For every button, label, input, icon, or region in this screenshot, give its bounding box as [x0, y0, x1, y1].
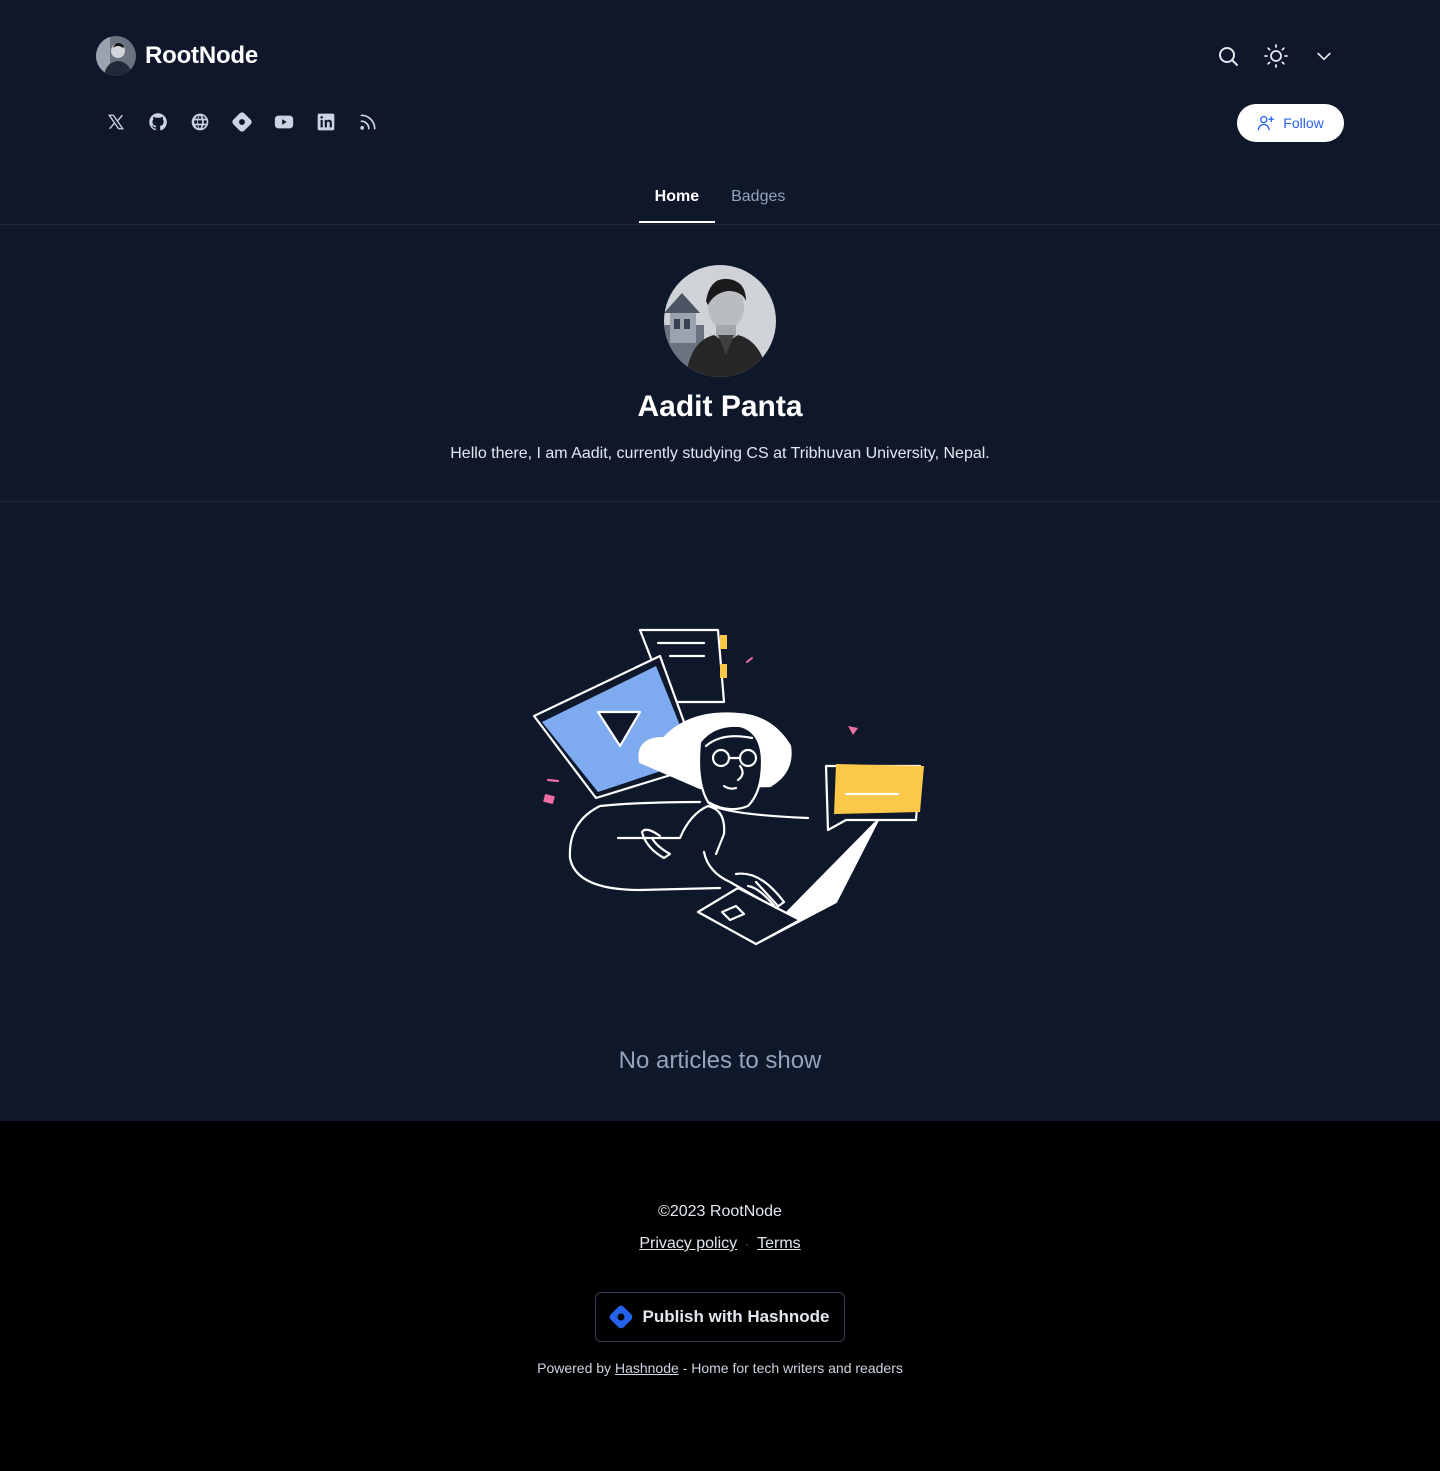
powered-suffix: - Home for tech writers and readers [682, 1360, 903, 1376]
user-plus-icon [1258, 115, 1275, 131]
follow-label: Follow [1283, 115, 1324, 131]
blog-header: RootNode Follow Home Badges [0, 0, 1440, 225]
copyright-text: ©2023 RootNode [658, 1203, 782, 1220]
globe-icon [191, 113, 209, 131]
hashnode-logo-icon [610, 1305, 633, 1329]
empty-state-message: No articles to show [618, 1047, 822, 1074]
rss-icon [360, 114, 376, 130]
legal-links: Privacy policy · Terms [0, 1232, 1440, 1256]
legal-separator: · [745, 1237, 750, 1251]
tab-home[interactable]: Home [638, 171, 716, 223]
social-links [96, 102, 388, 142]
sun-icon [1264, 44, 1288, 68]
social-link-rss[interactable] [348, 102, 388, 142]
publish-with-hashnode-button[interactable]: Publish with Hashnode [595, 1292, 845, 1342]
social-link-hashnode[interactable] [222, 102, 262, 142]
theme-toggle-button[interactable] [1256, 32, 1296, 80]
powered-prefix: Powered by [537, 1360, 612, 1376]
social-link-linkedin[interactable] [306, 102, 346, 142]
blog-title: RootNode [145, 42, 259, 69]
header-actions [1208, 32, 1344, 80]
menu-dropdown-button[interactable] [1304, 32, 1344, 80]
github-icon [149, 113, 167, 131]
youtube-icon [274, 115, 294, 129]
hashnode-icon [232, 112, 252, 132]
linkedin-icon [317, 113, 335, 131]
social-link-x[interactable] [96, 102, 136, 142]
publish-label: Publish with Hashnode [642, 1307, 830, 1326]
social-link-website[interactable] [180, 102, 220, 142]
articles-section: No articles to show [0, 502, 1440, 1121]
author-bio: Hello there, I am Aadit, currently study… [450, 445, 990, 462]
privacy-policy-link[interactable]: Privacy policy [639, 1235, 737, 1252]
powered-by: Powered by Hashnode - Home for tech writ… [0, 1358, 1440, 1378]
tab-badges[interactable]: Badges [715, 171, 801, 223]
author-profile: Aadit Panta Hello there, I am Aadit, cur… [0, 225, 1440, 502]
terms-link[interactable]: Terms [757, 1235, 801, 1252]
hashnode-link[interactable]: Hashnode [615, 1360, 679, 1376]
social-link-youtube[interactable] [264, 102, 304, 142]
blog-brand[interactable]: RootNode [96, 36, 258, 76]
social-link-github[interactable] [138, 102, 178, 142]
blog-tabs: Home Badges [0, 172, 1440, 224]
blog-footer: ©2023 RootNode Privacy policy · Terms Publ… [0, 1121, 1440, 1471]
author-avatar [664, 265, 776, 377]
author-name: Aadit Panta [637, 390, 803, 423]
follow-button[interactable]: Follow [1237, 104, 1344, 142]
search-icon [1219, 47, 1238, 66]
chevron-down-icon [1317, 52, 1331, 61]
search-button[interactable] [1208, 32, 1248, 80]
empty-state-illustration [532, 628, 924, 946]
brand-avatar [96, 36, 136, 76]
x-icon [107, 114, 125, 130]
